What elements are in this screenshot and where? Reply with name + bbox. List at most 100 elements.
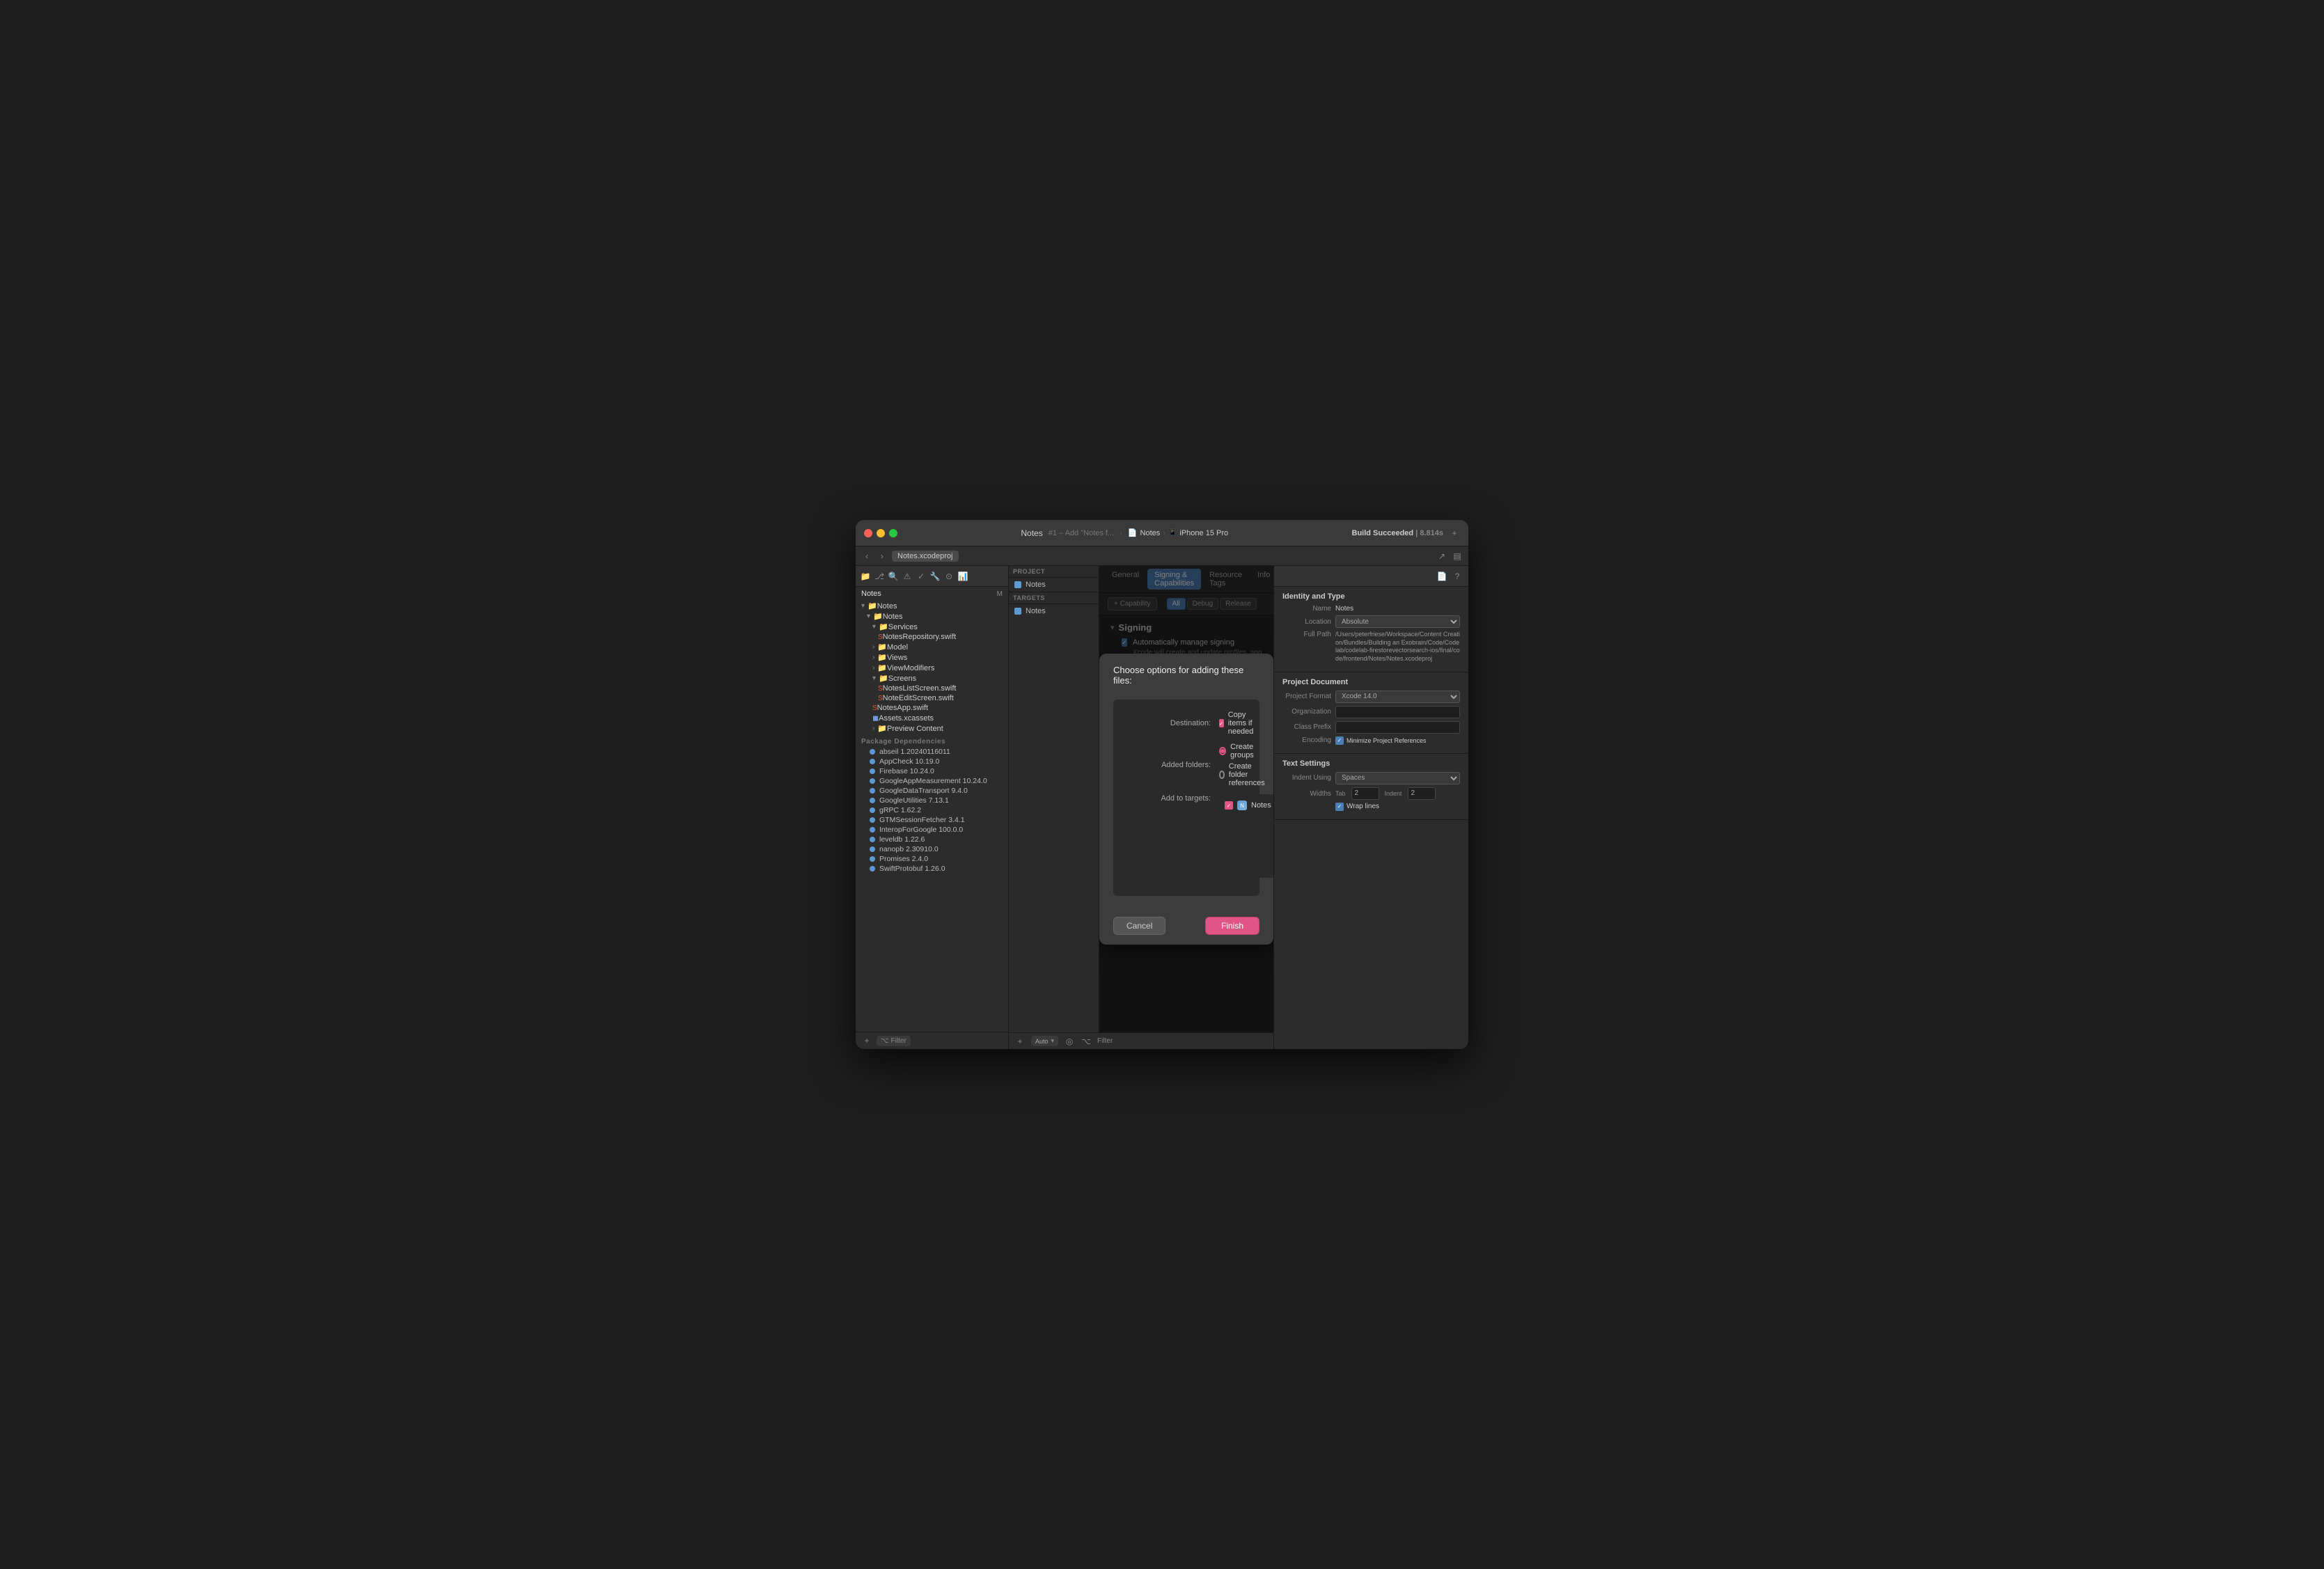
nav-back-icon[interactable]: ‹ bbox=[861, 551, 872, 562]
pkg-swiftprotobuf[interactable]: SwiftProtobuf 1.26.0 bbox=[856, 864, 1008, 874]
tab-sublabel: Tab bbox=[1335, 790, 1346, 797]
add-button[interactable]: + bbox=[1449, 528, 1460, 539]
pkg-interop[interactable]: InteropForGoogle 100.0.0 bbox=[856, 825, 1008, 835]
filter-button[interactable]: ⌥ Filter bbox=[877, 1036, 911, 1046]
sidebar-item-assets[interactable]: ◼ Assets.xcassets bbox=[856, 713, 1008, 723]
create-groups-radio[interactable] bbox=[1219, 747, 1226, 755]
pkg-nanopb[interactable]: nanopb 2.30910.0 bbox=[856, 844, 1008, 854]
filter-status-label: Filter bbox=[1097, 1037, 1113, 1045]
name-label: Name bbox=[1282, 605, 1331, 613]
tab-width-input[interactable] bbox=[1351, 787, 1379, 800]
main-layout: 📁 ⎇ 🔍 ⚠ ✓ 🔧 ⊙ 📊 Notes M ▾ 📁 Notes ▾ bbox=[856, 566, 1468, 1049]
create-folder-refs-radio[interactable] bbox=[1219, 771, 1225, 779]
pkg-dot-gtm bbox=[870, 817, 875, 823]
name-row: Name Notes bbox=[1282, 605, 1460, 613]
project-bullet-icon bbox=[1014, 581, 1021, 588]
services-chevron-icon: ▾ bbox=[872, 623, 876, 631]
sidebar-item-notes-app-label: NotesApp.swift bbox=[877, 704, 928, 712]
indent-using-select[interactable]: Spaces bbox=[1335, 772, 1460, 784]
nav-forward-icon[interactable]: › bbox=[877, 551, 888, 562]
swift-icon-2: S bbox=[878, 685, 883, 693]
breadcrumb-device: 📱 bbox=[1168, 529, 1177, 537]
pkg-googleutils[interactable]: GoogleUtilities 7.13.1 bbox=[856, 796, 1008, 805]
target-notes-item[interactable]: Notes bbox=[1009, 604, 1099, 618]
window-subtitle: #1 – Add "Notes f... bbox=[1049, 529, 1114, 537]
debug-icon[interactable]: 🔧 bbox=[929, 571, 941, 582]
tests-icon[interactable]: ✓ bbox=[916, 571, 927, 582]
pkg-grpc[interactable]: gRPC 1.62.2 bbox=[856, 805, 1008, 815]
search-icon[interactable]: 🔍 bbox=[888, 571, 899, 582]
project-notes-item[interactable]: Notes bbox=[1009, 578, 1099, 592]
file-tab[interactable]: Notes.xcodeproj bbox=[892, 551, 959, 562]
sidebar-item-model[interactable]: › 📁 Model bbox=[856, 642, 1008, 652]
screens-chevron-icon: ▾ bbox=[872, 675, 876, 682]
issues-icon[interactable]: ⚠ bbox=[902, 571, 913, 582]
pkg-dot-firebase bbox=[870, 768, 875, 774]
sidebar-item-notes-inner[interactable]: ▾ 📁 Notes bbox=[856, 611, 1008, 622]
wrap-lines-checkbox[interactable]: ✓ bbox=[1335, 803, 1344, 811]
add-sidebar-icon[interactable]: + bbox=[861, 1035, 872, 1046]
target-row-notes: ✓ N Notes bbox=[1225, 798, 1271, 812]
pkg-dot-abseil bbox=[870, 749, 875, 755]
add-targets-row: Add to targets: ✓ N Notes bbox=[1127, 794, 1246, 878]
sidebar-item-note-edit[interactable]: S NoteEditScreen.swift bbox=[856, 693, 1008, 703]
finish-button[interactable]: Finish bbox=[1205, 917, 1259, 935]
source-control-icon[interactable]: ⎇ bbox=[874, 571, 885, 582]
sidebar-m-badge: M bbox=[997, 590, 1003, 598]
organization-input[interactable] bbox=[1335, 706, 1460, 718]
sidebar-item-preview-content[interactable]: › 📁 Preview Content bbox=[856, 723, 1008, 734]
add-targets-label: Add to targets: bbox=[1127, 794, 1211, 803]
class-prefix-label: Class Prefix bbox=[1282, 723, 1331, 731]
sidebar-item-services[interactable]: ▾ 📁 Services bbox=[856, 622, 1008, 632]
project-format-select[interactable]: Xcode 14.0 bbox=[1335, 691, 1460, 703]
create-groups-option[interactable]: Create groups bbox=[1219, 743, 1268, 759]
share-icon[interactable]: ↗ bbox=[1436, 551, 1447, 562]
modal-inner: Destination: ✓ Copy items if needed A bbox=[1113, 700, 1259, 896]
settings-panel: General Signing & Capabilities Resource … bbox=[1099, 566, 1273, 1032]
pkg-appcheck[interactable]: AppCheck 10.19.0 bbox=[856, 757, 1008, 766]
create-folder-refs-option[interactable]: Create folder references bbox=[1219, 762, 1268, 787]
sidebar-item-notes-list[interactable]: S NotesListScreen.swift bbox=[856, 684, 1008, 693]
destination-value-group: ✓ Copy items if needed bbox=[1219, 711, 1257, 736]
sidebar-item-viewmodifiers[interactable]: › 📁 ViewModifiers bbox=[856, 663, 1008, 673]
sidebar-item-notes-repo[interactable]: S NotesRepository.swift bbox=[856, 632, 1008, 642]
minimize-button[interactable] bbox=[877, 529, 885, 537]
filter-label: Filter bbox=[891, 1037, 906, 1045]
help-icon[interactable]: ? bbox=[1452, 571, 1463, 582]
class-prefix-input[interactable] bbox=[1335, 721, 1460, 734]
pkg-gtm[interactable]: GTMSessionFetcher 3.4.1 bbox=[856, 815, 1008, 825]
close-button[interactable] bbox=[864, 529, 872, 537]
location-select[interactable]: Absolute bbox=[1335, 615, 1460, 628]
filter-status-icon[interactable]: ⌥ bbox=[1081, 1036, 1092, 1047]
sidebar-toolbar: 📁 ⎇ 🔍 ⚠ ✓ 🔧 ⊙ 📊 bbox=[856, 566, 1008, 587]
indent-width-input[interactable] bbox=[1408, 787, 1436, 800]
pkg-abseil[interactable]: abseil 1.20240116011 bbox=[856, 747, 1008, 757]
pkg-googledata[interactable]: GoogleDataTransport 9.4.0 bbox=[856, 786, 1008, 796]
folder-icon[interactable]: 📁 bbox=[860, 571, 871, 582]
modal-header: Choose options for adding these files: bbox=[1099, 654, 1273, 693]
sidebar-item-screens[interactable]: ▾ 📁 Screens bbox=[856, 673, 1008, 684]
pkg-leveldb[interactable]: leveldb 1.22.6 bbox=[856, 835, 1008, 844]
notes-folder-icon: 📁 bbox=[867, 601, 877, 610]
cancel-button[interactable]: Cancel bbox=[1113, 917, 1165, 935]
reports-icon[interactable]: 📊 bbox=[957, 571, 968, 582]
fullscreen-button[interactable] bbox=[889, 529, 897, 537]
status-icon-1[interactable]: ◎ bbox=[1064, 1036, 1075, 1047]
add-status-icon[interactable]: + bbox=[1014, 1036, 1026, 1047]
pkg-googleapp[interactable]: GoogleAppMeasurement 10.24.0 bbox=[856, 776, 1008, 786]
destination-row: Destination: ✓ Copy items if needed bbox=[1127, 711, 1246, 736]
auto-indicator: Auto ▾ bbox=[1031, 1036, 1058, 1046]
sidebar-item-notes-root[interactable]: ▾ 📁 Notes bbox=[856, 601, 1008, 611]
screens-folder-icon: 📁 bbox=[879, 674, 888, 683]
breakpoints-icon[interactable]: ⊙ bbox=[943, 571, 955, 582]
pkg-firebase[interactable]: Firebase 10.24.0 bbox=[856, 766, 1008, 776]
pkg-promises[interactable]: Promises 2.4.0 bbox=[856, 854, 1008, 864]
target-checkbox-notes[interactable]: ✓ bbox=[1225, 801, 1233, 810]
destination-checkbox[interactable]: ✓ bbox=[1219, 719, 1224, 727]
inspector-icon[interactable]: ▤ bbox=[1452, 551, 1463, 562]
title-bar-center: Notes #1 – Add "Notes f... › 📄 Notes › 📱… bbox=[897, 528, 1352, 538]
sidebar-item-notes-app[interactable]: S NotesApp.swift bbox=[856, 703, 1008, 713]
file-inspector-icon[interactable]: 📄 bbox=[1436, 571, 1447, 582]
sidebar-item-views[interactable]: › 📁 Views bbox=[856, 652, 1008, 663]
encoding-checkbox[interactable]: ✓ bbox=[1335, 736, 1344, 745]
